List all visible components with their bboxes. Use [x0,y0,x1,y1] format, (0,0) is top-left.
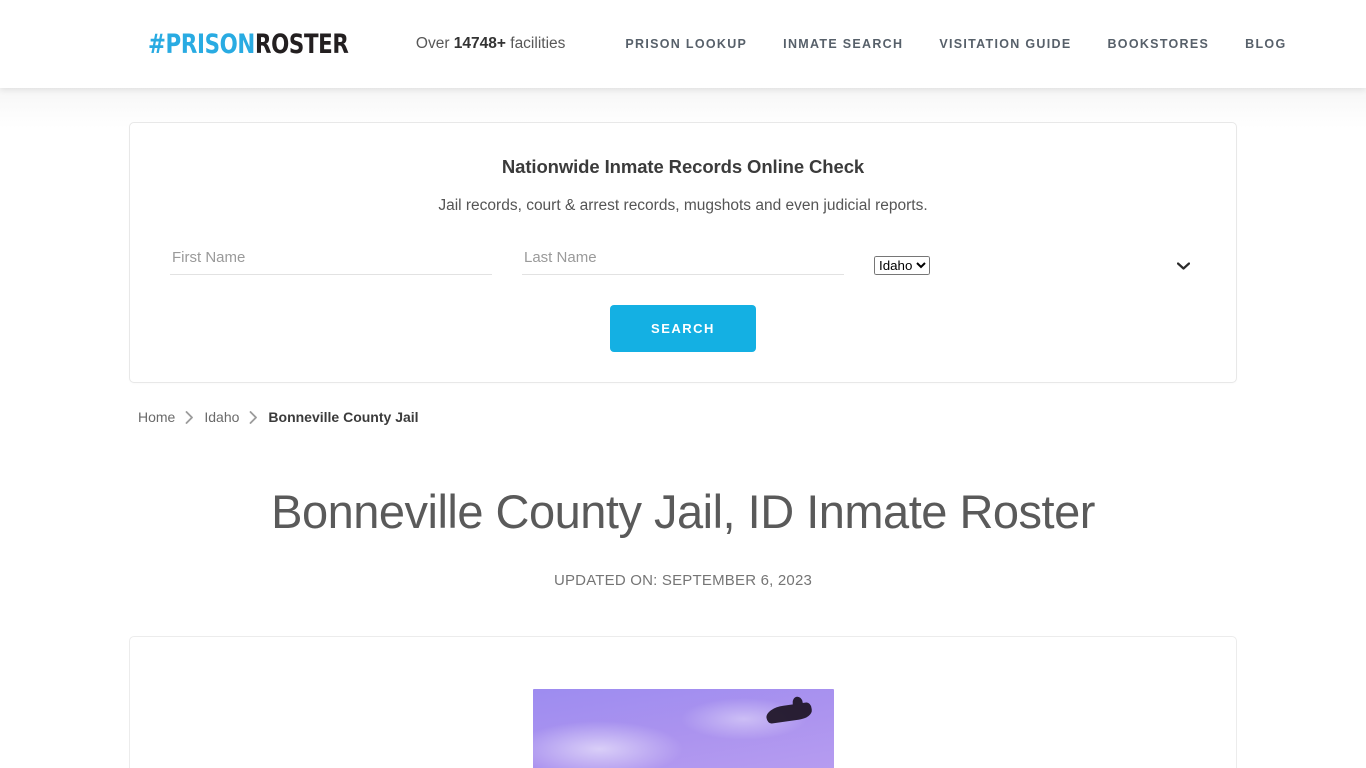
facilities-prefix: Over [415,35,454,52]
main-navigation: PRISON LOOKUP INMATE SEARCH VISITATION G… [607,37,1304,51]
page-container: Nationwide Inmate Records Online Check J… [129,122,1237,768]
search-card-title: Nationwide Inmate Records Online Check [501,156,865,177]
breadcrumb-item-current: Bonneville County Jail [268,409,419,425]
breadcrumb-item-idaho[interactable]: Idaho [204,409,239,425]
breadcrumb-chevron-icon-2 [249,410,258,424]
facilities-suffix: facilities [505,35,566,52]
first-name-input[interactable] [170,245,492,275]
state-select-wrapper: Idaho [874,256,1196,275]
search-card-subtitle: Jail records, court & arrest records, mu… [438,197,928,214]
facilities-count: 14748+ [453,35,506,52]
nav-bookstores[interactable]: BOOKSTORES [1089,37,1227,51]
nav-prison-lookup[interactable]: PRISON LOOKUP [607,37,765,51]
inmate-search-form: Idaho [170,245,1196,275]
nav-visitation-guide[interactable]: VISITATION GUIDE [921,37,1089,51]
roster-content-card [129,636,1237,768]
breadcrumb-item-home[interactable]: Home [138,409,175,425]
last-name-field-wrapper [522,245,844,275]
first-name-field-wrapper [170,245,492,275]
breadcrumb: Home Idaho Bonneville County Jail [129,409,1237,425]
site-header: #PRISONROSTER Over 14748+ facilities PRI… [0,0,1366,88]
logo-text-primary: #PRISON [148,28,255,60]
last-name-input[interactable] [522,245,844,275]
search-button-row: SEARCH [170,305,1196,352]
search-button[interactable]: SEARCH [610,305,756,352]
page-title: Bonneville County Jail, ID Inmate Roster [271,485,1095,538]
facilities-count-note: Over 14748+ facilities [416,35,566,53]
nav-blog[interactable]: BLOG [1227,37,1304,51]
breadcrumb-chevron-icon-1 [185,410,194,424]
page-body: Nationwide Inmate Records Online Check J… [0,88,1366,768]
nav-inmate-search[interactable]: INMATE SEARCH [765,37,921,51]
updated-on-label: UPDATED ON: SEPTEMBER 6, 2023 [553,572,813,590]
inmate-search-card: Nationwide Inmate Records Online Check J… [129,122,1237,383]
chevron-down-icon [1176,259,1191,272]
photo-silhouette-shape [764,701,813,725]
state-select[interactable]: Idaho [874,256,930,275]
facility-photo [532,689,834,768]
site-logo[interactable]: #PRISONROSTER [148,31,349,58]
logo-text-secondary: ROSTER [254,28,349,60]
